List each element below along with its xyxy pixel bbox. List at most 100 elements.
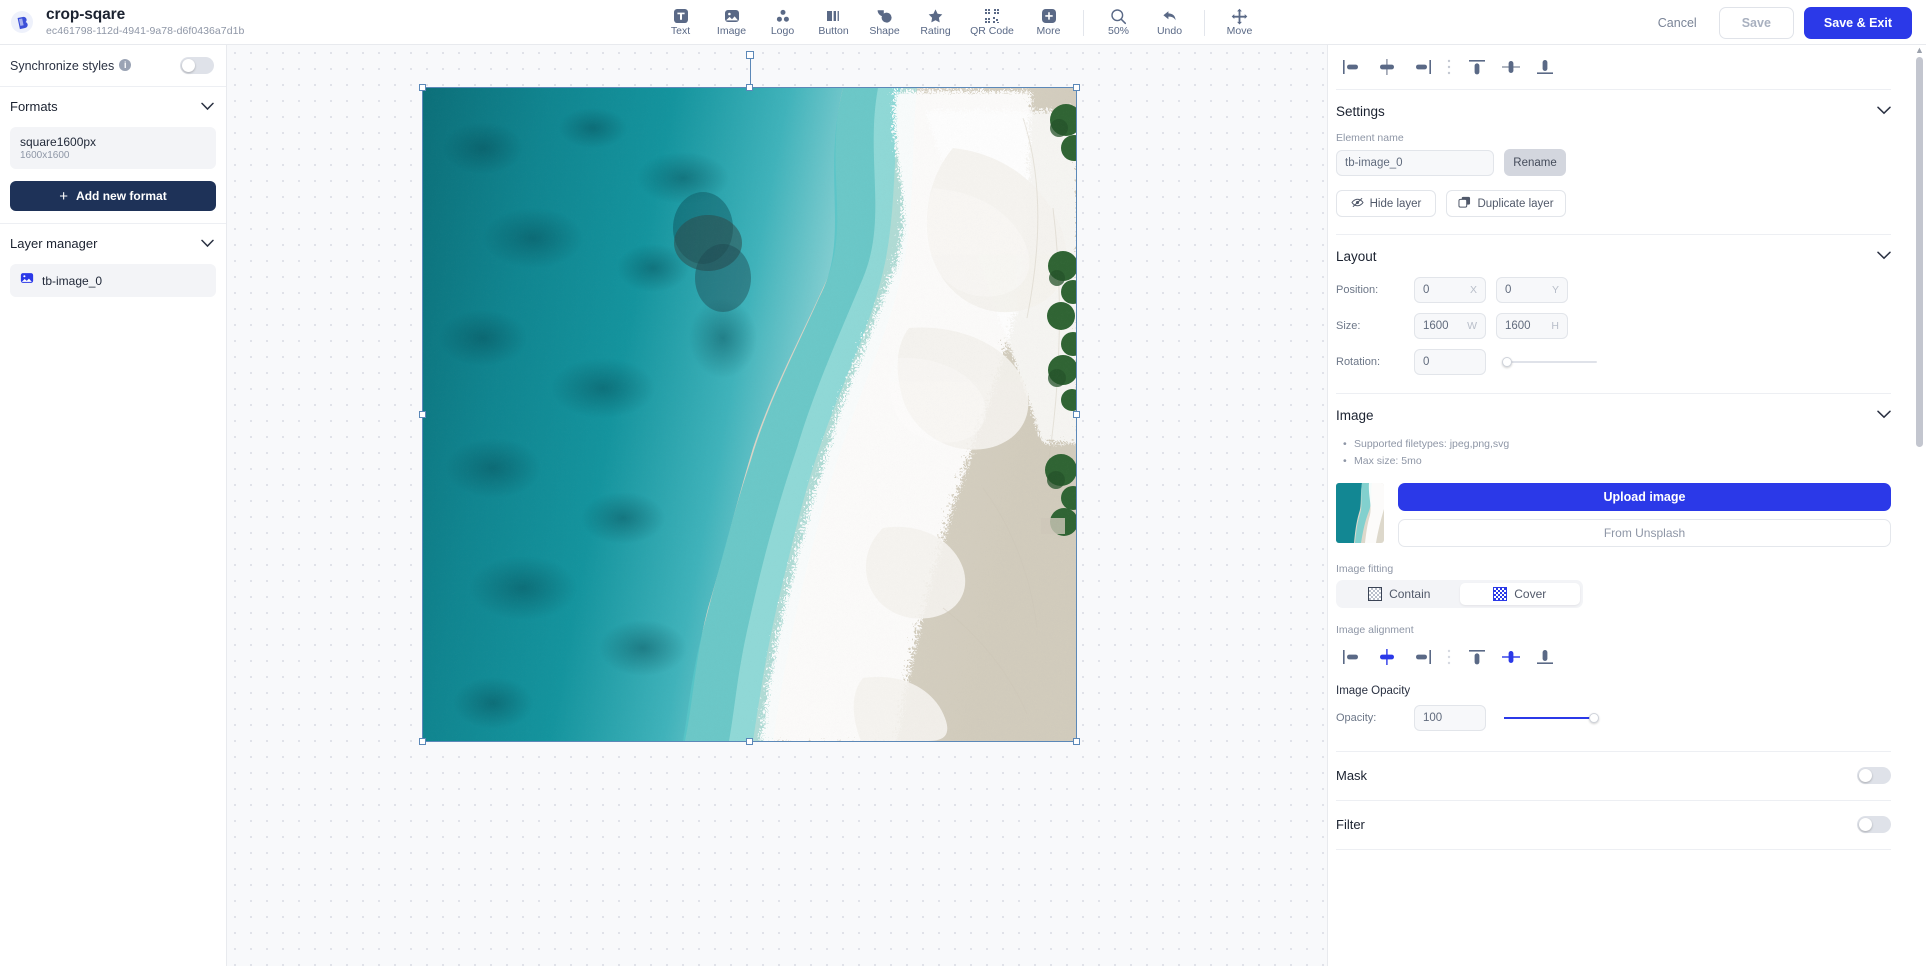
rename-label: Rename	[1513, 156, 1557, 169]
align-center-vertical-icon[interactable]	[1494, 52, 1528, 82]
image-align-left-icon[interactable]	[1336, 642, 1370, 672]
mask-label: Mask	[1336, 768, 1368, 784]
alignment-divider-dots	[1438, 58, 1460, 76]
top-toolbar: crop-sqare ec461798-112d-4941-9a78-d6f04…	[0, 0, 1926, 45]
from-unsplash-label: From Unsplash	[1603, 525, 1686, 540]
rename-button[interactable]: Rename	[1504, 149, 1566, 176]
layout-section-header[interactable]: Layout	[1328, 235, 1913, 277]
info-icon[interactable]: i	[119, 59, 132, 72]
position-y-suffix: Y	[1551, 284, 1559, 296]
star-icon	[927, 7, 944, 25]
canvas-image-tb-image_0[interactable]	[422, 87, 1077, 742]
element-name-input[interactable]: tb-image_0	[1336, 149, 1494, 176]
filter-toggle[interactable]	[1857, 816, 1891, 834]
align-bottom-icon[interactable]	[1528, 52, 1562, 82]
cover-label: Cover	[1514, 586, 1547, 601]
resize-handle-top-right[interactable]	[1073, 84, 1080, 91]
tool-text-label: Text	[670, 25, 691, 38]
align-right-icon[interactable]	[1404, 52, 1438, 82]
tool-logo[interactable]: Logo	[757, 0, 808, 45]
layer-manager-section-header[interactable]: Layer manager	[0, 224, 226, 262]
tool-rating[interactable]: Rating	[910, 0, 961, 45]
synchronize-styles-label: Synchronize styles	[10, 58, 115, 73]
tool-logo-label: Logo	[770, 25, 795, 38]
scrollbar-thumb[interactable]	[1916, 57, 1923, 447]
rotation-input[interactable]: 0	[1414, 349, 1486, 375]
resize-handle-bottom-left[interactable]	[419, 738, 426, 745]
image-thumbnail[interactable]	[1336, 482, 1384, 543]
selected-element-frame[interactable]	[419, 51, 1080, 745]
resize-handle-bottom-center[interactable]	[745, 738, 753, 745]
position-label: Position:	[1336, 284, 1379, 296]
canvas-area[interactable]	[227, 45, 1327, 966]
scroll-up-arrow-icon[interactable]: ▲	[1915, 45, 1924, 55]
tool-shape-label: Shape	[869, 25, 900, 38]
format-item[interactable]: square1600px 1600x1600	[10, 127, 216, 169]
qrcode-icon	[984, 7, 1000, 25]
app-logo-icon[interactable]	[10, 10, 34, 34]
size-height-value: 1600	[1505, 320, 1531, 332]
hide-layer-button[interactable]: Hide layer	[1336, 190, 1436, 217]
tool-undo-label: Undo	[1156, 25, 1183, 38]
tool-zoom[interactable]: 50%	[1093, 0, 1144, 45]
right-panel-scrollbar[interactable]: ▲	[1915, 45, 1924, 964]
tool-shape[interactable]: Shape	[859, 0, 910, 45]
mask-toggle[interactable]	[1857, 767, 1891, 785]
opacity-slider[interactable]	[1504, 712, 1599, 723]
resize-handle-top-center[interactable]	[745, 84, 753, 91]
align-top-icon[interactable]	[1460, 52, 1494, 82]
plus-icon: +	[59, 187, 69, 205]
image-fitting-cover-option[interactable]: Cover	[1459, 582, 1580, 605]
position-y-input[interactable]: 0 Y	[1496, 277, 1568, 303]
upload-image-button[interactable]: Upload image	[1398, 482, 1891, 511]
image-fitting-contain-option[interactable]: Contain	[1339, 583, 1460, 605]
right-properties-panel: Settings Element name tb-image_0 Rename	[1327, 45, 1926, 966]
resize-handle-middle-right[interactable]	[1073, 410, 1080, 418]
resize-handle-top-left[interactable]	[419, 84, 426, 91]
save-and-exit-button[interactable]: Save & Exit	[1803, 6, 1912, 39]
image-align-right-icon[interactable]	[1404, 642, 1438, 672]
resize-handle-bottom-right[interactable]	[1073, 738, 1080, 745]
layer-name: tb-image_0	[42, 273, 103, 288]
rotation-slider[interactable]	[1502, 357, 1597, 367]
duplicate-layer-button[interactable]: Duplicate layer	[1446, 190, 1566, 217]
synchronize-styles-row: Synchronize styles i	[0, 45, 226, 87]
align-center-horizontal-icon[interactable]	[1370, 52, 1404, 82]
layer-item[interactable]: tb-image_0	[10, 264, 216, 297]
size-label: Size:	[1336, 320, 1361, 332]
size-width-input[interactable]: 1600 W	[1414, 313, 1486, 339]
format-name: square1600px	[20, 135, 97, 149]
size-height-input[interactable]: 1600 H	[1496, 313, 1568, 339]
tool-move[interactable]: Move	[1214, 0, 1265, 45]
align-left-icon[interactable]	[1336, 52, 1370, 82]
image-align-center-vertical-icon[interactable]	[1494, 642, 1528, 672]
tool-more[interactable]: More	[1023, 0, 1074, 45]
image-align-center-horizontal-icon[interactable]	[1370, 642, 1404, 672]
settings-section-header[interactable]: Settings	[1328, 90, 1913, 132]
cancel-button[interactable]: Cancel	[1646, 9, 1709, 37]
tool-undo[interactable]: Undo	[1144, 0, 1195, 45]
tool-qrcode[interactable]: QR Code	[961, 0, 1023, 45]
resize-handle-middle-left[interactable]	[419, 410, 426, 418]
size-width-value: 1600	[1423, 320, 1449, 332]
save-button[interactable]: Save	[1718, 6, 1794, 39]
position-x-value: 0	[1423, 284, 1430, 296]
image-section-header[interactable]: Image	[1328, 394, 1913, 436]
tool-text[interactable]: Text	[655, 0, 706, 45]
formats-section-header[interactable]: Formats	[0, 87, 226, 125]
image-align-top-icon[interactable]	[1460, 642, 1494, 672]
image-icon	[724, 7, 740, 25]
opacity-input[interactable]: 100	[1414, 704, 1486, 731]
cover-checker-icon	[1493, 586, 1508, 601]
add-new-format-button[interactable]: + Add new format	[10, 181, 216, 211]
tool-button[interactable]: Button	[808, 0, 859, 45]
from-unsplash-button[interactable]: From Unsplash	[1398, 518, 1891, 547]
position-x-input[interactable]: 0 X	[1414, 277, 1486, 303]
text-icon	[673, 7, 689, 25]
image-align-bottom-icon[interactable]	[1528, 642, 1562, 672]
synchronize-styles-toggle[interactable]	[180, 57, 214, 74]
rotation-handle[interactable]	[745, 51, 754, 59]
tool-image[interactable]: Image	[706, 0, 757, 45]
image-opacity-label: Image Opacity	[1336, 684, 1411, 697]
undo-arrow-icon	[1161, 7, 1178, 25]
